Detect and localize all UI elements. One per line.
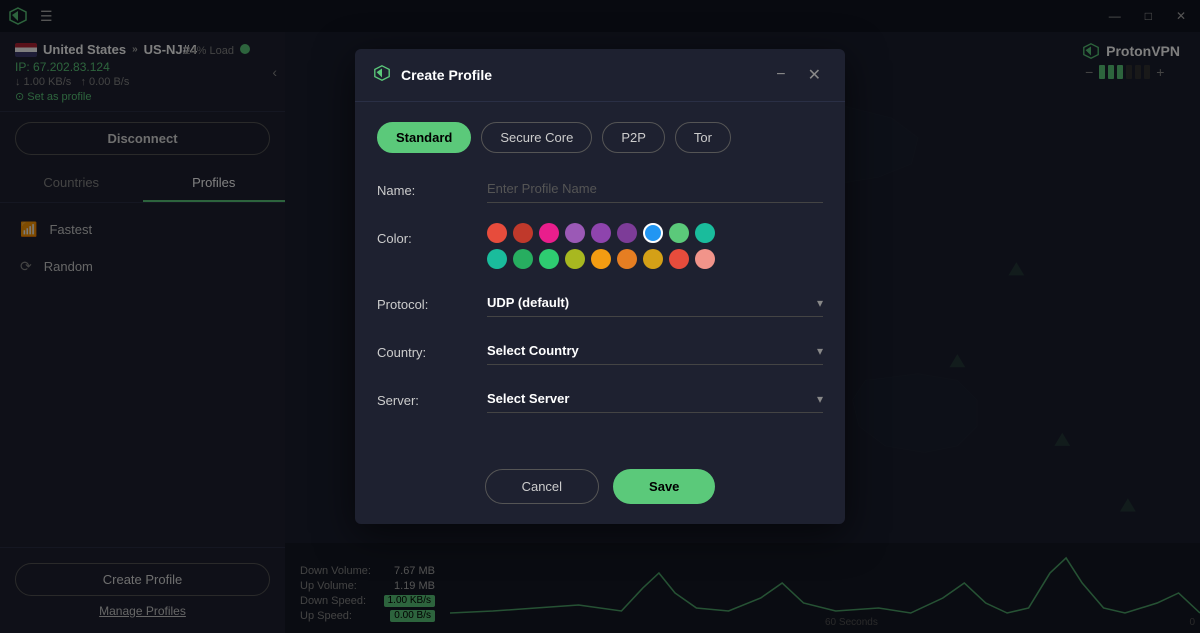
name-field-row: Name: — [377, 175, 823, 203]
save-button[interactable]: Save — [613, 469, 715, 504]
color-swatches — [487, 223, 717, 269]
tab-standard[interactable]: Standard — [377, 122, 471, 153]
color-swatch-16[interactable] — [669, 249, 689, 269]
protocol-select-container: UDP (default) TCP IKEv2 ▾ — [487, 289, 823, 317]
name-label: Name: — [377, 175, 467, 198]
server-select[interactable]: Select Server US-NJ#4 US-NY#1 — [487, 385, 823, 413]
color-swatch-6[interactable] — [643, 223, 663, 243]
cancel-button[interactable]: Cancel — [485, 469, 599, 504]
color-swatch-2[interactable] — [539, 223, 559, 243]
color-swatch-11[interactable] — [539, 249, 559, 269]
color-swatch-0[interactable] — [487, 223, 507, 243]
color-swatch-9[interactable] — [487, 249, 507, 269]
color-swatch-7[interactable] — [669, 223, 689, 243]
profile-type-tabs: Standard Secure Core P2P Tor — [377, 122, 823, 153]
modal-minimize-button[interactable]: − — [770, 64, 791, 86]
server-select-container: Select Server US-NJ#4 US-NY#1 ▾ — [487, 385, 823, 413]
protocol-label: Protocol: — [377, 289, 467, 312]
color-swatch-3[interactable] — [565, 223, 585, 243]
tab-p2p[interactable]: P2P — [602, 122, 665, 153]
protocol-select[interactable]: UDP (default) TCP IKEv2 — [487, 289, 823, 317]
server-label: Server: — [377, 385, 467, 408]
color-label: Color: — [377, 223, 467, 246]
modal-footer: Cancel Save — [355, 453, 845, 524]
color-swatch-15[interactable] — [643, 249, 663, 269]
color-swatch-8[interactable] — [695, 223, 715, 243]
modal-overlay: Create Profile − ✕ Standard Secure Core … — [0, 0, 1200, 633]
color-swatch-5[interactable] — [617, 223, 637, 243]
name-input[interactable] — [487, 175, 823, 203]
modal-body: Standard Secure Core P2P Tor Name: Color… — [355, 102, 845, 453]
tab-secure-core[interactable]: Secure Core — [481, 122, 592, 153]
color-swatch-4[interactable] — [591, 223, 611, 243]
color-swatch-13[interactable] — [591, 249, 611, 269]
server-field-row: Server: Select Server US-NJ#4 US-NY#1 ▾ — [377, 385, 823, 413]
color-swatch-12[interactable] — [565, 249, 585, 269]
modal-close-button[interactable]: ✕ — [802, 63, 827, 87]
color-field-row: Color: — [377, 223, 823, 269]
color-swatches-container — [487, 223, 823, 269]
color-swatch-1[interactable] — [513, 223, 533, 243]
country-select-container: Select Country United States Germany Net… — [487, 337, 823, 365]
modal-logo-icon — [373, 64, 391, 87]
color-swatch-17[interactable] — [695, 249, 715, 269]
protocol-field-row: Protocol: UDP (default) TCP IKEv2 ▾ — [377, 289, 823, 317]
country-label: Country: — [377, 337, 467, 360]
create-profile-modal: Create Profile − ✕ Standard Secure Core … — [355, 49, 845, 524]
modal-title: Create Profile — [401, 67, 760, 83]
name-input-container — [487, 175, 823, 203]
color-swatch-10[interactable] — [513, 249, 533, 269]
country-select[interactable]: Select Country United States Germany Net… — [487, 337, 823, 365]
color-swatch-14[interactable] — [617, 249, 637, 269]
modal-header: Create Profile − ✕ — [355, 49, 845, 102]
tab-tor[interactable]: Tor — [675, 122, 731, 153]
country-field-row: Country: Select Country United States Ge… — [377, 337, 823, 365]
